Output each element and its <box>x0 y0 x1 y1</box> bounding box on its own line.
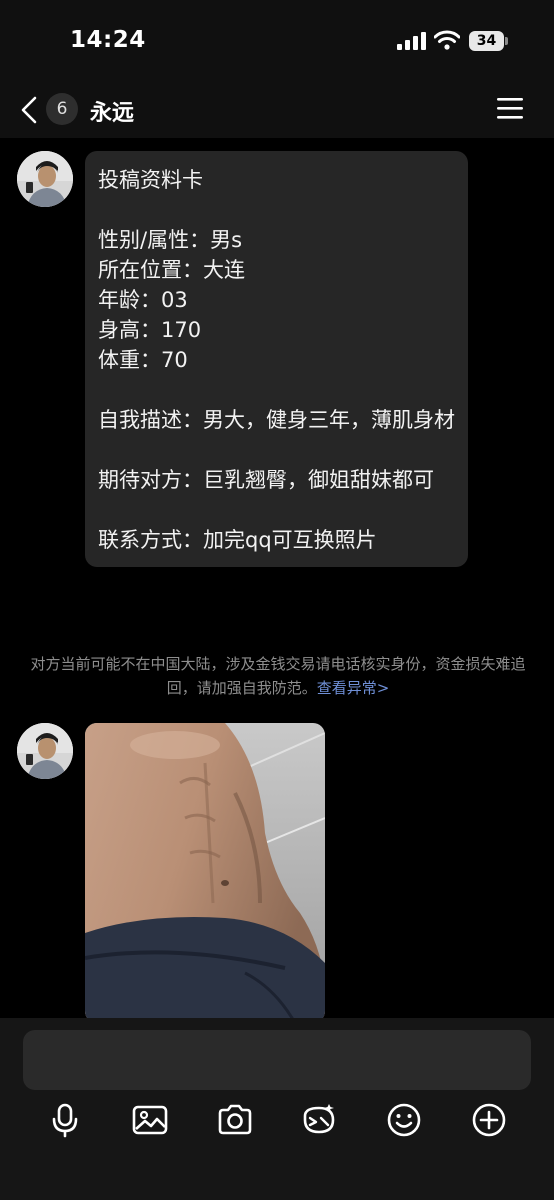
card-contact: 联系方式：加完qq可互换照片 <box>98 528 377 552</box>
safety-notice: 对方当前可能不在中国大陆，涉及金钱交易请电话核实身份，资金损失难追回，请加强自我… <box>28 652 528 700</box>
chat-header: 6 永远 <box>0 80 554 138</box>
card-gender: 性别/属性：男s <box>98 228 243 252</box>
battery-icon: 34 <box>469 31 509 51</box>
card-expectation: 期待对方：巨乳翘臀，御姐甜妹都可 <box>98 468 434 492</box>
battery-level: 34 <box>469 31 504 51</box>
avatar[interactable] <box>17 151 73 207</box>
back-button[interactable]: 6 <box>14 90 84 130</box>
photo-message[interactable] <box>85 723 325 1018</box>
composer <box>0 1018 554 1200</box>
avatar-image <box>17 723 73 779</box>
sticker-icon[interactable] <box>301 1102 337 1138</box>
wifi-icon <box>434 30 460 50</box>
signal-icon <box>397 32 426 50</box>
emoji-icon[interactable] <box>386 1102 422 1138</box>
message-list[interactable]: 投稿资料卡 性别/属性：男s 所在位置：大连 年龄：03 身高：170 体重：7… <box>0 138 554 1018</box>
notice-text: 对方当前可能不在中国大陆，涉及金钱交易请电话核实身份，资金损失难追回，请加强自我… <box>30 655 526 697</box>
card-title: 投稿资料卡 <box>98 168 203 192</box>
avatar-image <box>17 151 73 207</box>
status-time: 14:24 <box>70 27 146 53</box>
microphone-icon[interactable] <box>47 1102 83 1138</box>
camera-icon[interactable] <box>217 1102 253 1138</box>
photo-image <box>85 723 325 1018</box>
card-weight: 体重：70 <box>98 348 188 372</box>
card-height: 身高：170 <box>98 318 202 342</box>
view-anomaly-link[interactable]: 查看异常> <box>317 679 390 697</box>
chevron-left-icon <box>21 96 37 124</box>
status-bar: 14:24 34 <box>0 0 554 80</box>
card-self-description: 自我描述：男大，健身三年，薄肌身材 <box>98 408 455 432</box>
card-age: 年龄：03 <box>98 288 188 312</box>
unread-badge: 6 <box>46 93 78 125</box>
card-location: 所在位置：大连 <box>98 258 245 282</box>
contact-name[interactable]: 永远 <box>90 95 134 127</box>
message-bubble[interactable]: 投稿资料卡 性别/属性：男s 所在位置：大连 年龄：03 身高：170 体重：7… <box>85 151 468 567</box>
plus-icon[interactable] <box>471 1102 507 1138</box>
image-icon[interactable] <box>132 1102 168 1138</box>
menu-icon[interactable] <box>496 96 524 120</box>
avatar[interactable] <box>17 723 73 779</box>
message-input[interactable] <box>23 1030 531 1090</box>
